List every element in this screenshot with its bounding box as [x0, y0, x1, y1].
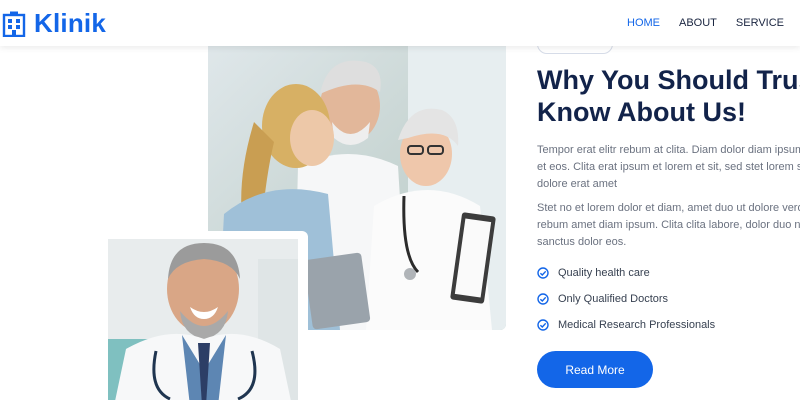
check-circle-icon	[537, 293, 549, 305]
nav-link-home[interactable]: HOME	[627, 17, 660, 29]
paragraph-2-line-3: sanctus dolor eos.	[537, 236, 627, 248]
headline-line-2: Know About Us!	[537, 97, 746, 127]
paragraph-2-line-1: Stet no et lorem dolor et diam, amet duo…	[537, 202, 800, 214]
read-more-button[interactable]: Read More	[537, 351, 653, 388]
navbar: Klinik HOME ABOUT SERVICE	[0, 0, 800, 46]
smiling-doctor-photo-card	[102, 231, 308, 400]
feature-item: Only Qualified Doctors	[537, 286, 715, 312]
about-paragraph-1: Tempor erat elitr rebum at clita. Diam d…	[537, 142, 800, 193]
brand-logo[interactable]: Klinik	[2, 8, 106, 39]
feature-label: Only Qualified Doctors	[558, 293, 669, 305]
paragraph-1-line-1: Tempor erat elitr rebum at clita. Diam d…	[537, 144, 800, 156]
paragraph-2-line-2: rebum amet diam ipsum. Clita clita labor…	[537, 219, 800, 231]
nav-link-about[interactable]: ABOUT	[679, 17, 717, 29]
brand-name: Klinik	[34, 8, 106, 38]
about-paragraph-2: Stet no et lorem dolor et diam, amet duo…	[537, 200, 800, 251]
main-nav: HOME ABOUT SERVICE	[608, 0, 784, 46]
smiling-doctor-photo	[108, 239, 298, 400]
check-circle-icon	[537, 267, 549, 279]
feature-list: Quality health care Only Qualified Docto…	[537, 260, 715, 338]
feature-item: Medical Research Professionals	[537, 312, 715, 338]
feature-label: Quality health care	[558, 267, 650, 279]
hospital-building-icon	[2, 11, 26, 37]
check-circle-icon	[537, 319, 549, 331]
paragraph-1-line-3: dolore erat amet	[537, 178, 618, 190]
about-headline: Why You Should Trust Know About Us!	[537, 64, 800, 128]
nav-link-service[interactable]: SERVICE	[736, 17, 784, 29]
feature-item: Quality health care	[537, 260, 715, 286]
feature-label: Medical Research Professionals	[558, 319, 716, 331]
headline-line-1: Why You Should Trust	[537, 65, 800, 95]
paragraph-1-line-2: et eos. Clita erat ipsum et lorem et sit…	[537, 161, 800, 173]
